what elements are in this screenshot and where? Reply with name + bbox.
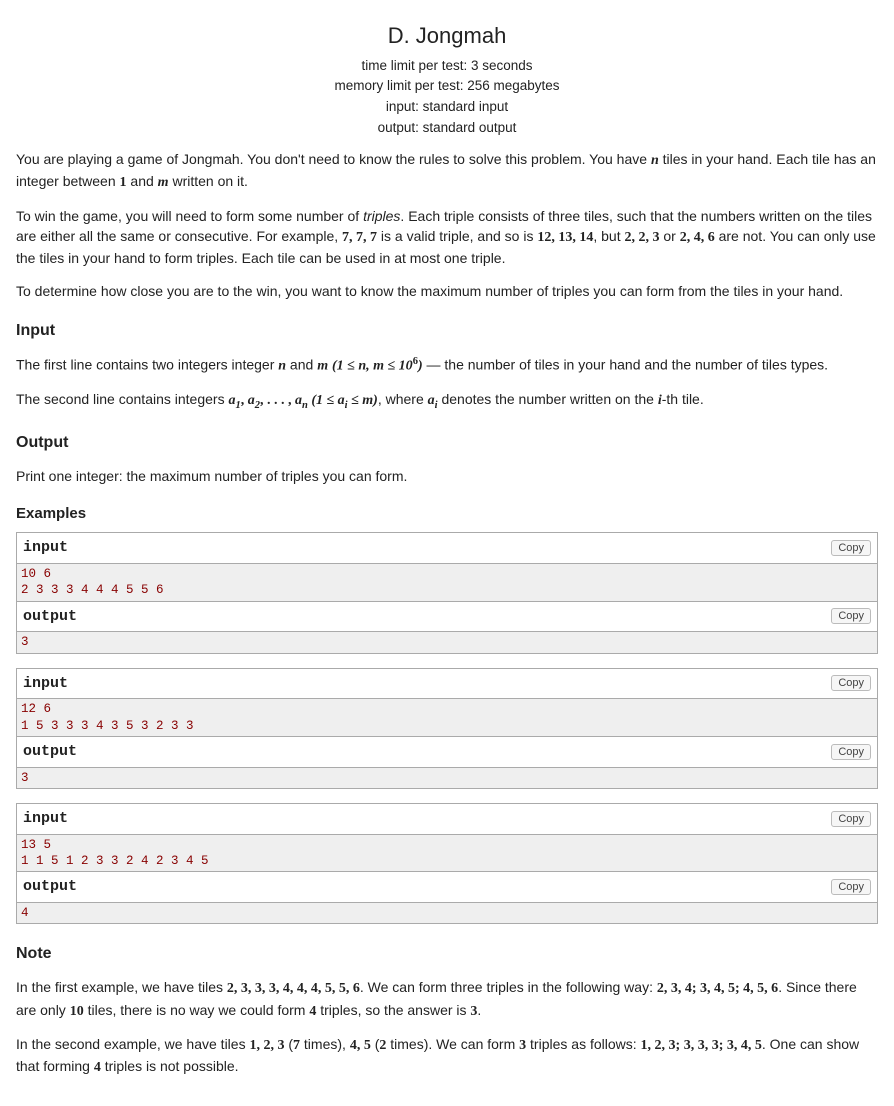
- input-heading: Input: [16, 319, 878, 342]
- copy-button[interactable]: Copy: [831, 879, 871, 895]
- output-heading: Output: [16, 431, 878, 454]
- example-block: inputCopy12 6 1 5 3 3 3 4 3 5 3 2 3 3out…: [16, 668, 878, 789]
- input-body: 13 5 1 1 5 1 2 3 3 2 4 2 3 4 5: [16, 835, 878, 873]
- note-p2: In the second example, we have tiles 1, …: [16, 1034, 878, 1079]
- note-heading: Note: [16, 942, 878, 965]
- output-body: 3: [16, 768, 878, 789]
- statement-p2: To win the game, you will need to form s…: [16, 206, 878, 269]
- example-block: inputCopy13 5 1 1 5 1 2 3 3 2 4 2 3 4 5o…: [16, 803, 878, 924]
- output-body: 4: [16, 903, 878, 924]
- input-label: input: [23, 673, 68, 695]
- problem-statement: You are playing a game of Jongmah. You d…: [16, 149, 878, 1078]
- input-label: input: [23, 808, 68, 830]
- statement-p1: You are playing a game of Jongmah. You d…: [16, 149, 878, 194]
- input-p2: The second line contains integers a1, a2…: [16, 389, 878, 413]
- example-block: input Copy 10 6 2 3 3 3 4 4 4 5 5 6 output C…: [16, 532, 878, 653]
- copy-button[interactable]: Copy: [831, 675, 871, 691]
- output-label: output: [23, 741, 77, 763]
- examples-heading: Examples: [16, 503, 878, 525]
- output-header: output Copy: [16, 602, 878, 633]
- input-label: input: [23, 537, 68, 559]
- input-header: input Copy: [16, 668, 878, 700]
- output-body: 3: [16, 632, 878, 653]
- problem-header: D. Jongmah time limit per test: 3 second…: [16, 20, 878, 137]
- input-p1: The first line contains two integers int…: [16, 354, 878, 377]
- output-header: output Copy: [16, 737, 878, 768]
- output-file: output: standard output: [16, 118, 878, 138]
- input-body: 12 6 1 5 3 3 3 4 3 5 3 2 3 3: [16, 699, 878, 737]
- output-label: output: [23, 876, 77, 898]
- output-header: output Copy: [16, 872, 878, 903]
- copy-button[interactable]: Copy: [831, 811, 871, 827]
- output-label: output: [23, 606, 77, 628]
- input-header: input Copy: [16, 803, 878, 835]
- output-p1: Print one integer: the maximum number of…: [16, 466, 878, 486]
- copy-button[interactable]: Copy: [831, 540, 871, 556]
- problem-title: D. Jongmah: [16, 20, 878, 52]
- time-limit: time limit per test: 3 seconds: [16, 56, 878, 76]
- memory-limit: memory limit per test: 256 megabytes: [16, 76, 878, 96]
- input-body: 10 6 2 3 3 3 4 4 4 5 5 6: [16, 564, 878, 602]
- copy-button[interactable]: Copy: [831, 744, 871, 760]
- input-header: input Copy: [16, 532, 878, 564]
- copy-button[interactable]: Copy: [831, 608, 871, 624]
- statement-p3: To determine how close you are to the wi…: [16, 281, 878, 301]
- input-file: input: standard input: [16, 97, 878, 117]
